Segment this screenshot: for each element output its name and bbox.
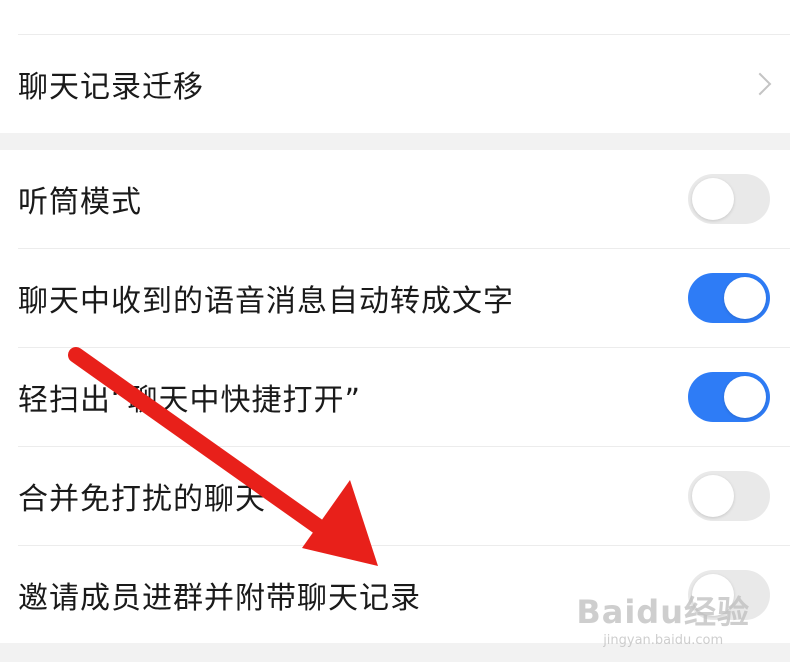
invite-with-history-label: 邀请成员进群并附带聊天记录 [18, 580, 421, 616]
row-chat-history-migration[interactable]: 聊天记录迁移 [0, 35, 790, 133]
row-earpiece-mode: 听筒模式 [0, 150, 790, 248]
row-merge-muted-chats: 合并免打扰的聊天 [0, 447, 790, 545]
merge-muted-chats-label: 合并免打扰的聊天 [18, 482, 266, 517]
swipe-quick-open-toggle[interactable] [688, 372, 770, 422]
toggle-knob [724, 277, 766, 319]
baidu-watermark: Baidu经验 jingyan.baidu.com [576, 587, 750, 648]
merge-muted-chats-toggle[interactable] [688, 471, 770, 521]
voice-to-text-toggle[interactable] [688, 273, 770, 323]
settings-group-main: 听筒模式 聊天中收到的语音消息自动转成文字 轻扫出“聊天中快捷打开” 合并免打扰… [0, 150, 790, 643]
row-swipe-quick-open: 轻扫出“聊天中快捷打开” [0, 348, 790, 446]
settings-group-top: 聊天记录迁移 [0, 0, 790, 133]
watermark-url: jingyan.baidu.com [603, 633, 724, 648]
toggle-knob [692, 178, 734, 220]
voice-to-text-label: 聊天中收到的语音消息自动转成文字 [18, 284, 514, 319]
row-voice-to-text: 聊天中收到的语音消息自动转成文字 [0, 249, 790, 347]
chevron-right-icon [748, 72, 772, 96]
watermark-logo: Baidu经验 [576, 593, 750, 631]
swipe-quick-open-label: 轻扫出“聊天中快捷打开” [18, 383, 362, 418]
toggle-knob [692, 475, 734, 517]
earpiece-mode-label: 听筒模式 [18, 185, 142, 220]
toggle-knob [724, 376, 766, 418]
settings-screen: 聊天记录迁移 听筒模式 聊天中收到的语音消息自动转成文字 轻扫出“聊天中快捷打开… [0, 0, 790, 662]
earpiece-mode-toggle[interactable] [688, 174, 770, 224]
chat-history-migration-label: 聊天记录迁移 [18, 70, 204, 105]
